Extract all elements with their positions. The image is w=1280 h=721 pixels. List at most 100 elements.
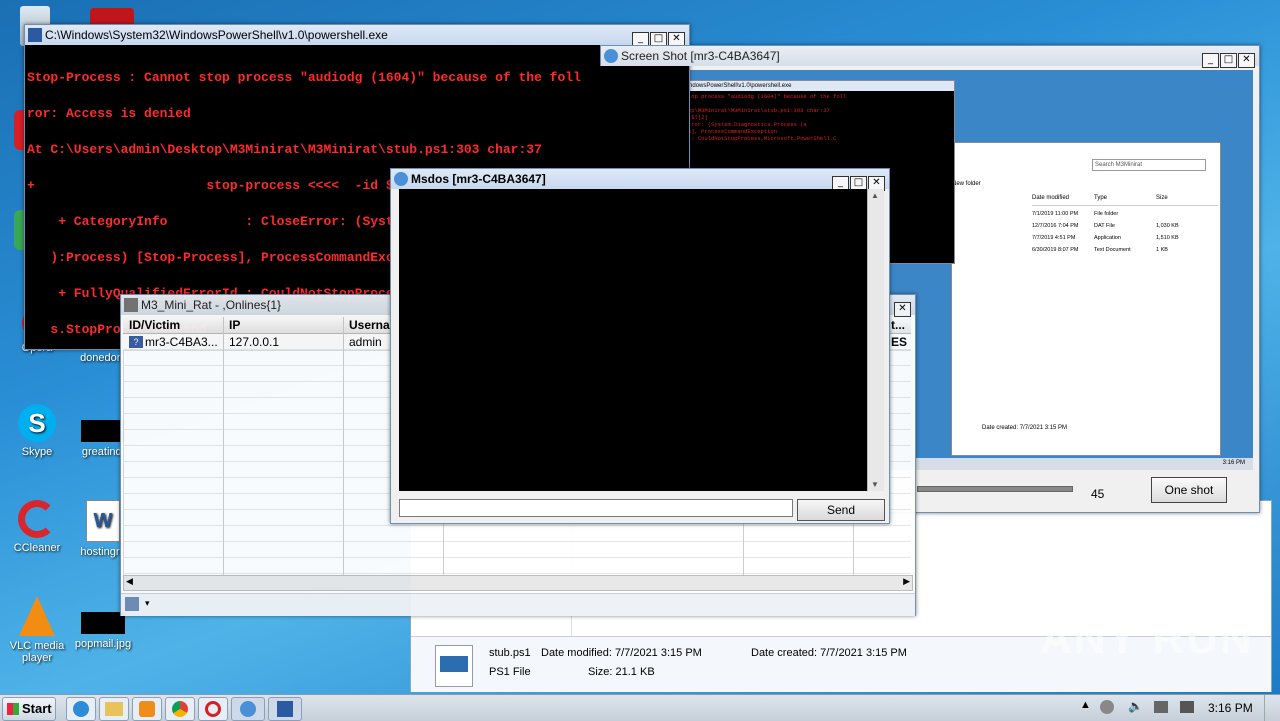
watermark-text: ANY RUN [1040,614,1254,663]
cell: 7/7/2019 4:51 PM [1032,235,1076,241]
command-input[interactable] [399,499,793,517]
screenshot-titlebar[interactable]: Screen Shot [mr3-C4BA3647] _□✕ [601,46,1259,68]
inner-header-row: Date modified Type Size [1032,195,1218,206]
keyboard-icon[interactable] [1180,701,1194,713]
chevron-down-icon[interactable]: ▾ [145,598,150,609]
victim-tail: ES [891,335,908,349]
ie-taskbar-icon[interactable] [66,697,96,721]
col-tail[interactable]: t... [891,318,905,332]
cell: 12/7/2016 7:04 PM [1032,223,1079,229]
screenshot-window-top: Screen Shot [mr3-C4BA3647] _ □ ✕ [600,45,1260,68]
globe-taskbar-icon[interactable] [231,697,265,721]
cell: 1,030 KB [1156,223,1179,229]
victim-user: admin [349,335,382,349]
app-globe-icon [394,172,408,186]
desktop-icon-label: CCleaner [13,542,61,554]
cell: 7/1/2019 11:00 PM [1032,211,1079,217]
minimize-button[interactable]: _ [1202,53,1219,68]
window-title: Screen Shot [mr3-C4BA3647] [621,49,780,63]
console-line: Stop-Process : Cannot stop process "audi… [27,70,581,85]
word-doc-icon: W [86,500,120,542]
inner-search-box: Search M3Minirat [1092,159,1206,171]
cell: Application [1094,235,1121,241]
close-button[interactable]: ✕ [1238,53,1255,68]
horizontal-scrollbar[interactable]: ◀ ▶ [123,575,913,591]
scroll-left-icon[interactable]: ◀ [126,576,133,587]
date-modified: Date modified: 7/7/2021 3:15 PM [541,647,702,659]
col-ip[interactable]: IP [229,318,240,332]
close-button[interactable]: ✕ [894,302,911,317]
col-divider [343,317,344,575]
send-button[interactable]: Send [797,499,885,521]
cell: File folder [1094,211,1119,217]
explorer-taskbar-icon[interactable] [99,697,129,721]
desktop-icon-vlc[interactable]: VLC media player [4,596,70,664]
console-line: ror: Access is denied [27,106,191,121]
inner-row: 7/1/2019 11:00 PM File folder [1032,211,1218,221]
ccleaner-icon [18,500,56,538]
window-title: C:\Windows\System32\WindowsPowerShell\v1… [45,28,388,42]
windows-logo-icon [7,703,19,715]
date-created: Date created: 7/7/2021 3:15 PM [751,647,907,659]
start-button[interactable]: Start [2,697,56,721]
msdos-window: Msdos [mr3-C4BA3647] _ □ ✕ ▲ ▼ Send [390,168,890,524]
file-name: stub.ps1 [489,647,531,659]
col-user[interactable]: Userna [349,318,390,332]
inner-row: 7/7/2019 4:51 PM Application 1,510 KB [1032,235,1218,245]
inner-taskbar: 3:16 PM [915,458,1253,470]
powershell-titlebar[interactable]: C:\Windows\System32\WindowsPowerShell\v1… [25,25,689,47]
vertical-scrollbar[interactable]: ▲ ▼ [867,189,884,491]
slider-value: 45 [1091,487,1105,501]
desktop-icon-ccleaner[interactable]: CCleaner [4,500,70,554]
one-shot-button[interactable]: One shot [1151,477,1227,503]
battery-icon[interactable] [1154,701,1168,713]
cell: DAT File [1094,223,1115,229]
victim-ip: 127.0.0.1 [229,335,280,349]
desktop-icon-skype[interactable]: S Skype [4,404,70,458]
inner-clock: 3:16 PM [1222,460,1245,466]
tray-clock[interactable]: 3:16 PM [1208,701,1253,715]
status-strip: ▾ [121,593,915,616]
anyrun-watermark: ANY RUN [1040,614,1254,664]
powershell-icon [28,28,42,42]
app-globe-icon [604,49,618,63]
one-shot-label: One shot [1164,483,1214,497]
opera-taskbar-icon[interactable] [198,697,228,721]
menu-dropdown-icon[interactable] [125,597,139,611]
send-label: Send [826,503,856,517]
col-date: Date modified [1032,195,1070,201]
file-type: PS1 File [489,666,531,678]
scroll-up-icon[interactable]: ▲ [871,191,879,200]
console-output [399,189,867,491]
inner-new-folder: New folder [952,181,981,187]
inner-row: 12/7/2016 7:04 PM DAT File 1,030 KB [1032,223,1218,233]
msdos-titlebar[interactable]: Msdos [mr3-C4BA3647] _ □ ✕ [391,169,889,191]
taskbar: Start ▲ 🔈 3:16 PM [0,694,1280,721]
desktop-icon-label: Skype [21,446,53,458]
chrome-taskbar-icon[interactable] [165,697,195,721]
media-taskbar-icon[interactable] [132,697,162,721]
scroll-right-icon[interactable]: ▶ [903,576,910,587]
victim-id: mr3-C4BA3... [145,335,218,349]
vlc-cone-icon [19,596,55,636]
network-icon[interactable] [1100,700,1114,714]
scroll-down-icon[interactable]: ▼ [871,480,879,489]
tray-chevron-icon[interactable]: ▲ [1080,699,1091,711]
cell: 1,510 KB [1156,235,1179,241]
ps1-file-icon [435,645,473,687]
file-size: Size: 21.1 KB [588,666,655,678]
start-label: Start [22,701,52,716]
maximize-button[interactable]: □ [1220,53,1237,68]
cell: 6/30/2019 8:07 PM [1032,247,1079,253]
show-desktop-button[interactable] [1264,695,1279,721]
cell: 1 KB [1156,247,1168,253]
inner-row: 6/30/2019 8:07 PM Text Document 1 KB [1032,247,1218,257]
window-title: M3_Mini_Rat - ,Onlines{1} [141,298,282,312]
window-title: Msdos [mr3-C4BA3647] [411,172,546,186]
interval-slider[interactable] [917,486,1073,492]
powershell-taskbar-icon[interactable] [268,697,302,721]
col-id[interactable]: ID/Victim [129,318,180,332]
volume-icon[interactable]: 🔈 [1128,699,1143,713]
col-type: Type [1094,195,1108,201]
desktop-icon-label: greatindi [81,446,125,458]
